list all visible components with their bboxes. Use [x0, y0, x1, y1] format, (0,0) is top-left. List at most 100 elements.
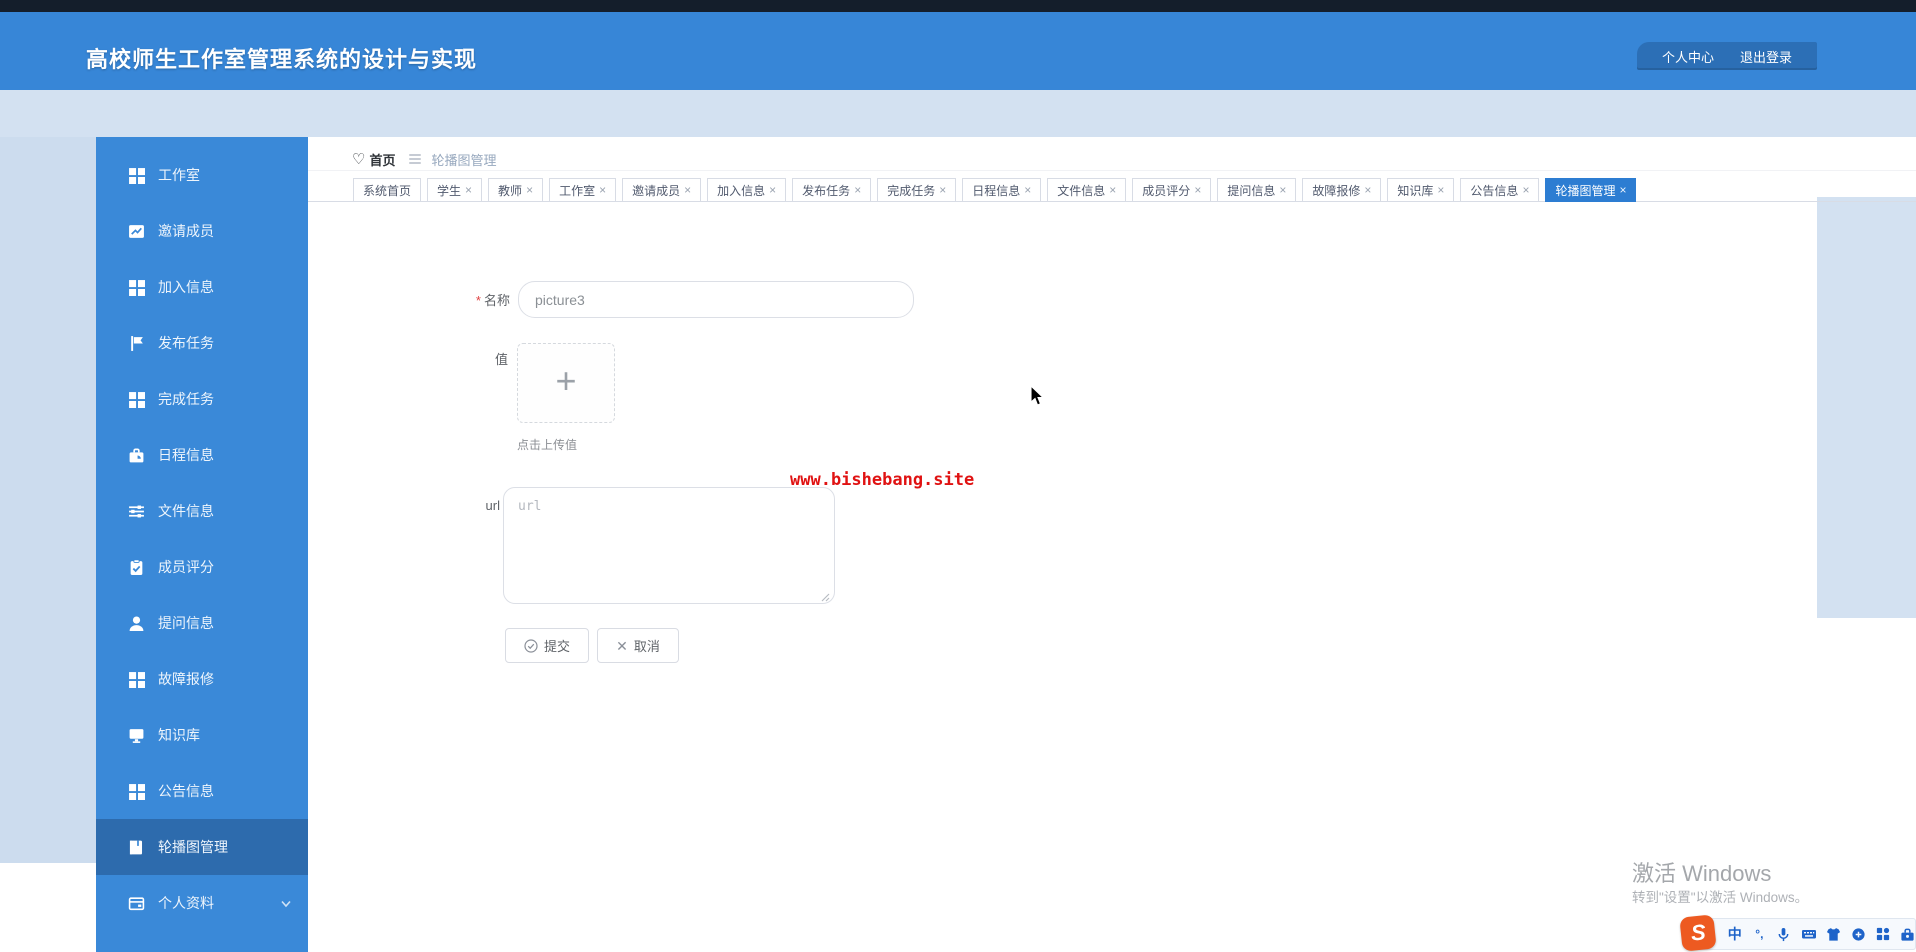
- tab-close-icon[interactable]: ×: [939, 184, 946, 196]
- sidebar-item-publish-task[interactable]: 发布任务: [96, 315, 308, 371]
- notebook-icon: [128, 839, 145, 856]
- sidebar-item-schedule-info[interactable]: 日程信息: [96, 427, 308, 483]
- sidebar-item-label: 公告信息: [158, 783, 214, 799]
- sidebar-item-announcement-info[interactable]: 公告信息: [96, 763, 308, 819]
- tab-join-info[interactable]: 加入信息 ×: [707, 178, 787, 202]
- tab-invite-members[interactable]: 邀请成员 ×: [622, 178, 702, 202]
- tab-close-icon[interactable]: ×: [1024, 184, 1031, 196]
- tab-close-icon[interactable]: ×: [684, 184, 691, 196]
- tab-home[interactable]: 系统首页: [353, 178, 422, 202]
- grid-menu-icon[interactable]: [1875, 926, 1891, 943]
- tab-announcement-info[interactable]: 公告信息 ×: [1460, 178, 1540, 202]
- tab-close-icon[interactable]: ×: [1109, 184, 1116, 196]
- flag-icon: [128, 335, 145, 352]
- tab-question-info[interactable]: 提问信息 ×: [1217, 178, 1297, 202]
- tab-label: 轮播图管理: [1555, 183, 1616, 198]
- tab-fault-repair[interactable]: 故障报修 ×: [1302, 178, 1382, 202]
- required-asterisk: *: [475, 293, 481, 308]
- keyboard-icon[interactable]: [1801, 926, 1817, 943]
- monitor-icon: [128, 727, 145, 744]
- tab-close-icon[interactable]: ×: [854, 184, 861, 196]
- idcard-icon: [128, 895, 145, 912]
- sidebar-item-label: 知识库: [158, 727, 200, 743]
- sogou-logo-icon[interactable]: S: [1679, 914, 1717, 952]
- sidebar-item-file-info[interactable]: 文件信息: [96, 483, 308, 539]
- tab-label: 工作室: [559, 183, 596, 198]
- tab-close-icon[interactable]: ×: [526, 184, 533, 196]
- tab-carousel-management[interactable]: 轮播图管理 ×: [1545, 178, 1637, 202]
- tab-student[interactable]: 学生 ×: [427, 178, 483, 202]
- tab-close-icon[interactable]: ×: [1437, 184, 1444, 196]
- sidebar-item-question-info[interactable]: 提问信息: [96, 595, 308, 651]
- toolbox-icon[interactable]: [1899, 926, 1915, 943]
- sidebar-item-label: 工作室: [158, 167, 200, 183]
- tab-schedule-info[interactable]: 日程信息 ×: [962, 178, 1042, 202]
- tab-teacher[interactable]: 教师 ×: [488, 178, 544, 202]
- tab-label: 完成任务: [887, 183, 936, 198]
- sidebar-nav: 工作室邀请成员加入信息 发布任务完成任务日程信息 文件信息成员评分提问信息故障报修知…: [96, 137, 308, 952]
- grid-icon: [128, 671, 145, 688]
- breadcrumb-divider: [308, 170, 1916, 171]
- tab-member-score[interactable]: 成员评分 ×: [1132, 178, 1212, 202]
- tab-label: 提问信息: [1227, 183, 1276, 198]
- background-left-strip: [0, 137, 96, 863]
- sidebar-item-member-score[interactable]: 成员评分: [96, 539, 308, 595]
- tab-close-icon[interactable]: ×: [599, 184, 606, 196]
- sidebar-item-complete-task[interactable]: 完成任务: [96, 371, 308, 427]
- tab-label: 文件信息: [1057, 183, 1106, 198]
- profile-link[interactable]: 个人中心: [1662, 47, 1714, 66]
- tab-close-icon[interactable]: ×: [1194, 184, 1201, 196]
- sidebar-item-label: 邀请成员: [158, 223, 214, 239]
- open-tabs-bar: 系统首页 学生 × 教师 × 工作室 × 邀请成员 × 加入信息 × 发布任务 × 完成任务 × 日程信息 × 文…: [353, 178, 1637, 202]
- sidebar-item-invite-members[interactable]: 邀请成员: [96, 203, 308, 259]
- name-label: * 名称: [475, 293, 510, 308]
- windows-activation-subtitle: 转到"设置"以激活 Windows。: [1632, 890, 1809, 905]
- tab-file-info[interactable]: 文件信息 ×: [1047, 178, 1127, 202]
- briefcase-icon: [128, 447, 145, 464]
- chinese-mode-icon[interactable]: 中: [1727, 926, 1743, 943]
- app-header: 高校师生工作室管理系统的设计与实现 个人中心 退出登录: [0, 12, 1916, 90]
- microphone-icon[interactable]: [1776, 926, 1792, 943]
- punctuation-icon[interactable]: °,: [1752, 926, 1768, 943]
- tab-studio[interactable]: 工作室 ×: [549, 178, 617, 202]
- tab-complete-task[interactable]: 完成任务 ×: [877, 178, 957, 202]
- resize-grip-icon[interactable]: [818, 590, 830, 602]
- sidebar-item-knowledge-base[interactable]: 知识库: [96, 707, 308, 763]
- logout-link[interactable]: 退出登录: [1740, 47, 1792, 66]
- tab-knowledge-base[interactable]: 知识库 ×: [1387, 178, 1455, 202]
- emoji-icon[interactable]: [1850, 926, 1866, 943]
- tab-label: 加入信息: [717, 183, 766, 198]
- page-title: 高校师生工作室管理系统的设计与实现: [86, 47, 478, 72]
- name-input[interactable]: [518, 281, 914, 318]
- header-user-menu: 个人中心 退出登录: [1637, 42, 1817, 70]
- submit-button[interactable]: 提交: [505, 628, 589, 663]
- grid-icon: [128, 391, 145, 408]
- tab-close-icon[interactable]: ×: [1364, 184, 1371, 196]
- tab-close-icon[interactable]: ×: [1279, 184, 1286, 196]
- tab-close-icon[interactable]: ×: [1522, 184, 1529, 196]
- tab-label: 教师: [498, 183, 523, 198]
- url-label: url: [485, 498, 500, 513]
- sidebar-item-studio[interactable]: 工作室: [96, 147, 308, 203]
- sidebar-item-label: 成员评分: [158, 559, 214, 575]
- sidebar-item-label: 完成任务: [158, 391, 214, 407]
- tab-close-icon[interactable]: ×: [1619, 184, 1626, 196]
- sidebar-item-personal-profile[interactable]: 个人资料: [96, 875, 308, 931]
- tab-close-icon[interactable]: ×: [465, 184, 472, 196]
- sidebar-item-carousel-management[interactable]: 轮播图管理: [96, 819, 308, 875]
- cancel-button[interactable]: ✕ 取消: [597, 628, 679, 663]
- sidebar-item-fault-repair[interactable]: 故障报修: [96, 651, 308, 707]
- tab-label: 知识库: [1397, 183, 1434, 198]
- upload-dropzone[interactable]: +: [517, 343, 615, 423]
- breadcrumb-current: 轮播图管理: [431, 152, 497, 168]
- grid-icon: [128, 167, 145, 184]
- sidebar-item-join-info[interactable]: 加入信息: [96, 259, 308, 315]
- skin-icon[interactable]: [1826, 926, 1842, 943]
- url-textarea[interactable]: [503, 487, 835, 604]
- sidebar-item-label: 故障报修: [158, 671, 214, 687]
- tab-close-icon[interactable]: ×: [769, 184, 776, 196]
- sidebar-item-label: 个人资料: [158, 895, 214, 911]
- mouse-cursor: [1030, 385, 1045, 406]
- breadcrumb-home[interactable]: ♡ 首页: [352, 150, 395, 169]
- tab-publish-task[interactable]: 发布任务 ×: [792, 178, 872, 202]
